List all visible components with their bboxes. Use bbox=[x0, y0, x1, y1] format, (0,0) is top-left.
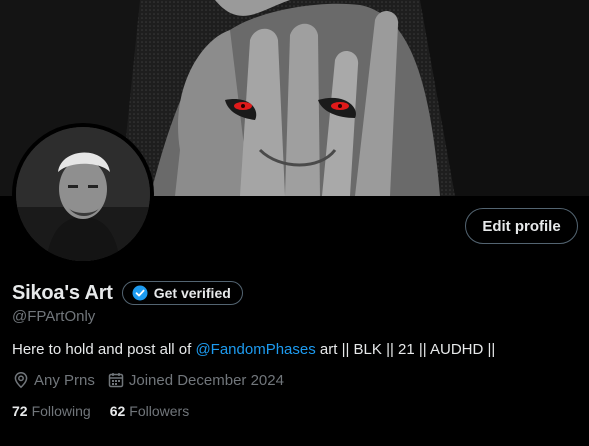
calendar-icon bbox=[107, 371, 125, 389]
location-pin-icon bbox=[12, 371, 30, 389]
location-item: Any Prns bbox=[12, 371, 95, 389]
following-label: Following bbox=[31, 403, 91, 419]
joined-item: Joined December 2024 bbox=[107, 371, 284, 389]
display-name: Sikoa's Art bbox=[12, 281, 113, 304]
verified-badge-icon bbox=[132, 285, 148, 301]
avatar-image bbox=[16, 127, 150, 261]
get-verified-button[interactable]: Get verified bbox=[121, 281, 243, 305]
bio-mention-link[interactable]: @FandomPhases bbox=[195, 341, 315, 358]
followers-count: 62 bbox=[109, 403, 126, 419]
joined-date-text: Joined December 2024 bbox=[128, 371, 284, 389]
avatar[interactable] bbox=[12, 123, 154, 265]
follow-stats: 72 Following 62 Followers bbox=[12, 403, 208, 419]
location-text: Any Prns bbox=[34, 371, 95, 389]
user-handle: @FPArtOnly bbox=[12, 308, 96, 325]
bio-text-suffix: art || BLK || 21 || AUDHD || bbox=[315, 341, 496, 358]
edit-profile-button[interactable]: Edit profile bbox=[465, 208, 578, 244]
get-verified-label: Get verified bbox=[153, 285, 231, 301]
followers-link[interactable]: 62 Followers bbox=[110, 403, 189, 419]
name-row: Sikoa's Art Get verified bbox=[12, 281, 243, 305]
following-link[interactable]: 72 Following bbox=[12, 403, 91, 419]
profile-meta: Any Prns Joined December 2024 bbox=[12, 371, 296, 389]
bio-text-prefix: Here to hold and post all of bbox=[12, 341, 196, 358]
following-count: 72 bbox=[12, 403, 28, 419]
followers-label: Followers bbox=[129, 403, 190, 419]
bio: Here to hold and post all of @FandomPhas… bbox=[12, 341, 495, 358]
